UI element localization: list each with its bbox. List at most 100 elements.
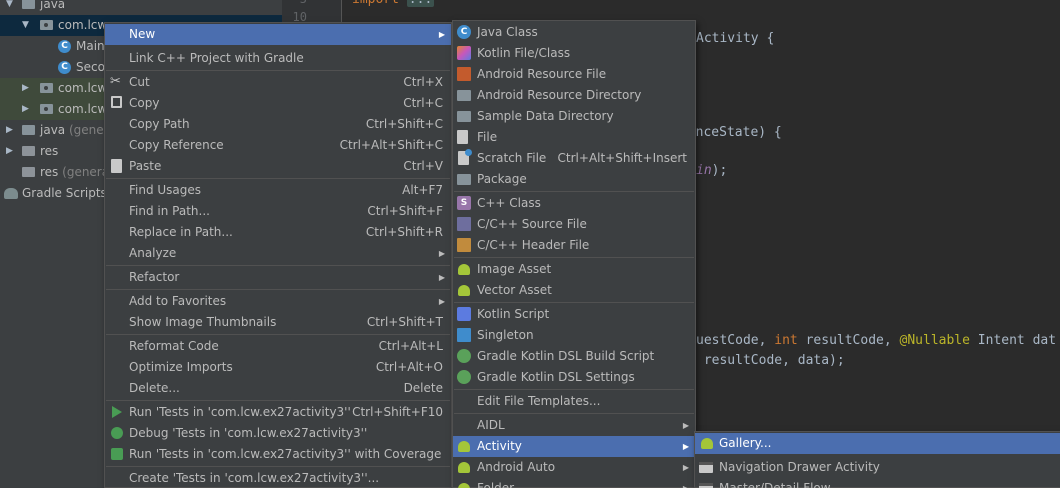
menu-item-scratch-file[interactable]: Scratch File Ctrl+Alt+Shift+Insert <box>453 148 695 169</box>
menu-item-debug-tests[interactable]: Debug 'Tests in 'com.lcw.ex27activity3'' <box>105 423 451 444</box>
menu-separator <box>106 334 450 335</box>
res-folder-icon <box>22 167 35 177</box>
run-icon <box>112 406 122 418</box>
menu-item-create-tests[interactable]: Create 'Tests in 'com.lcw.ex27activity3'… <box>105 468 451 488</box>
menu-item-aidl[interactable]: AIDL ▶ <box>453 415 695 436</box>
menu-item-run-with-coverage[interactable]: Run 'Tests in 'com.lcw.ex27activity3'' w… <box>105 444 451 465</box>
menu-separator <box>454 413 694 414</box>
menu-item-android-auto[interactable]: Android Auto ▶ <box>453 457 695 478</box>
menu-separator <box>106 178 450 179</box>
menu-item-label: Vector Asset <box>477 283 552 297</box>
menu-item-label: Kotlin Script <box>477 307 550 321</box>
menu-item-java-class[interactable]: C Java Class <box>453 22 695 43</box>
project-context-menu: New ▶ Link C++ Project with Gradle ✂ Cut… <box>104 22 452 488</box>
menu-item-label: Optimize Imports <box>129 360 233 374</box>
menu-item-gradle-kotlin-build-script[interactable]: Gradle Kotlin DSL Build Script <box>453 346 695 367</box>
tree-row-java[interactable]: ▼ java <box>0 0 282 15</box>
submenu-arrow-icon: ▶ <box>438 30 445 39</box>
menu-item-cpp-source-file[interactable]: C/C++ Source File <box>453 214 695 235</box>
menu-separator <box>106 466 450 467</box>
menu-item-navigation-drawer-activity[interactable]: Navigation Drawer Activity <box>695 457 1060 478</box>
menu-item-label: C/C++ Header File <box>477 238 590 252</box>
menu-item-label: Image Asset <box>477 262 552 276</box>
expand-arrow-icon[interactable]: ▶ <box>22 99 32 120</box>
menu-item-master-detail-flow[interactable]: Master/Detail Flow <box>695 478 1060 488</box>
menu-item-new[interactable]: New ▶ <box>105 24 451 45</box>
menu-item-cpp-header-file[interactable]: C/C++ Header File <box>453 235 695 256</box>
android-icon <box>458 264 470 275</box>
menu-item-copy-reference[interactable]: Copy Reference Ctrl+Alt+Shift+C <box>105 135 451 156</box>
menu-item-folder[interactable]: Folder ▶ <box>453 478 695 488</box>
submenu-arrow-icon: ▶ <box>682 442 689 451</box>
menu-item-label: Android Auto <box>477 460 556 474</box>
tree-label: com.lcw <box>58 81 108 95</box>
package-icon <box>40 83 53 93</box>
menu-item-gallery[interactable]: Gallery... <box>695 433 1060 454</box>
menu-item-label: Master/Detail Flow <box>719 481 831 488</box>
menu-item-run-tests[interactable]: Run 'Tests in 'com.lcw.ex27activity3'' C… <box>105 402 451 423</box>
menu-item-copy-path[interactable]: Copy Path Ctrl+Shift+C <box>105 114 451 135</box>
menu-item-label: Debug 'Tests in 'com.lcw.ex27activity3'' <box>129 426 368 440</box>
submenu-arrow-icon: ▶ <box>683 478 689 488</box>
collapse-arrow-icon[interactable]: ▼ <box>6 0 16 15</box>
menu-item-reformat-code[interactable]: Reformat Code Ctrl+Alt+L <box>105 336 451 357</box>
menu-item-link-cpp[interactable]: Link C++ Project with Gradle <box>105 48 451 69</box>
menu-item-cut[interactable]: ✂ Cut Ctrl+X <box>105 72 451 93</box>
menu-item-refactor[interactable]: Refactor ▶ <box>105 267 451 288</box>
class-icon: C <box>58 40 71 53</box>
menu-item-add-to-favorites[interactable]: Add to Favorites ▶ <box>105 291 451 312</box>
android-icon <box>458 441 470 452</box>
menu-item-show-thumbnails[interactable]: Show Image Thumbnails Ctrl+Shift+T <box>105 312 451 333</box>
folded-imports[interactable]: ... <box>406 0 435 7</box>
gradle-icon <box>457 349 471 363</box>
navigation-drawer-icon <box>699 462 713 473</box>
gradle-icon <box>457 370 471 384</box>
menu-item-android-resource-file[interactable]: Android Resource File <box>453 64 695 85</box>
menu-item-optimize-imports[interactable]: Optimize Imports Ctrl+Alt+O <box>105 357 451 378</box>
menu-item-file[interactable]: File <box>453 127 695 148</box>
menu-item-android-resource-directory[interactable]: Android Resource Directory <box>453 85 695 106</box>
menu-item-edit-file-templates[interactable]: Edit File Templates... <box>453 391 695 412</box>
menu-item-find-in-path[interactable]: Find in Path... Ctrl+Shift+F <box>105 201 451 222</box>
menu-item-sample-data-directory[interactable]: Sample Data Directory <box>453 106 695 127</box>
expand-arrow-icon[interactable]: ▶ <box>6 120 16 141</box>
menu-item-label: Package <box>477 172 527 186</box>
android-icon <box>458 483 470 488</box>
menu-item-label: Paste <box>129 159 162 173</box>
tree-label: res (generat <box>40 165 114 179</box>
menu-item-kotlin-script[interactable]: Kotlin Script <box>453 304 695 325</box>
menu-item-delete[interactable]: Delete... Delete <box>105 378 451 399</box>
menu-item-cpp-class[interactable]: S C++ Class <box>453 193 695 214</box>
menu-item-singleton[interactable]: Singleton <box>453 325 695 346</box>
menu-item-label: Find in Path... <box>129 204 210 218</box>
expand-arrow-icon[interactable]: ▶ <box>6 141 16 162</box>
kotlin-script-icon <box>457 307 471 321</box>
menu-item-replace-in-path[interactable]: Replace in Path... Ctrl+Shift+R <box>105 222 451 243</box>
cpp-class-icon: S <box>457 196 471 210</box>
expand-arrow-icon[interactable]: ▶ <box>22 78 32 99</box>
menu-item-image-asset[interactable]: Image Asset <box>453 259 695 280</box>
menu-item-label: New <box>129 27 156 41</box>
menu-item-copy[interactable]: Copy Ctrl+C <box>105 93 451 114</box>
kotlin-icon <box>457 46 471 60</box>
collapse-arrow-icon[interactable]: ▼ <box>22 15 32 36</box>
java-class-icon: C <box>457 25 471 39</box>
menu-item-label: Copy Reference <box>129 138 224 152</box>
menu-separator <box>106 70 450 71</box>
android-icon <box>701 438 713 449</box>
menu-item-gradle-kotlin-settings[interactable]: Gradle Kotlin DSL Settings <box>453 367 695 388</box>
menu-item-analyze[interactable]: Analyze ▶ <box>105 243 451 264</box>
menu-item-kotlin-file[interactable]: Kotlin File/Class <box>453 43 695 64</box>
menu-item-paste[interactable]: Paste Ctrl+V <box>105 156 451 177</box>
menu-item-label: Find Usages <box>129 183 202 197</box>
menu-item-activity[interactable]: Activity ▶ <box>453 436 695 457</box>
menu-item-package[interactable]: Package <box>453 169 695 190</box>
menu-item-label: Sample Data Directory <box>477 109 614 123</box>
menu-item-vector-asset[interactable]: Vector Asset <box>453 280 695 301</box>
folder-icon <box>22 0 35 9</box>
menu-item-find-usages[interactable]: Find Usages Alt+F7 <box>105 180 451 201</box>
shortcut: Ctrl+Shift+C <box>365 117 443 131</box>
folder-icon <box>22 125 35 135</box>
submenu-arrow-icon: ▶ <box>438 249 445 258</box>
submenu-arrow-icon: ▶ <box>438 297 445 306</box>
